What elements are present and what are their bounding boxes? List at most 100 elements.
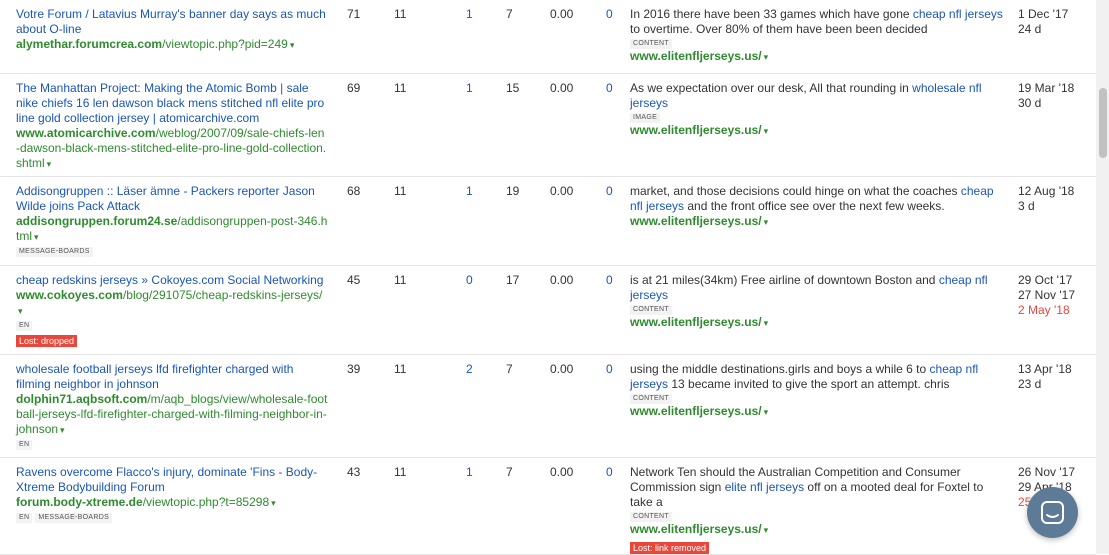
tag-badge: EN <box>16 321 33 331</box>
chat-button[interactable] <box>1027 487 1078 538</box>
external-links-cell[interactable]: 1 <box>466 184 473 199</box>
table-row: Votre Forum / Latavius Murray's banner d… <box>0 0 1096 74</box>
external-links-cell[interactable]: 1 <box>466 7 473 22</box>
lost-badge: Lost: link removed <box>630 542 710 554</box>
anchor-type-badge: CONTENT <box>630 394 672 404</box>
tag-list: EN <box>16 321 328 331</box>
caret-down-icon[interactable]: ▾ <box>764 525 769 535</box>
referring-page-title-link[interactable]: The Manhattan Project: Making the Atomic… <box>16 81 324 125</box>
url-rating-cell: 11 <box>394 362 407 376</box>
referring-page-title-link[interactable]: Votre Forum / Latavius Murray's banner d… <box>16 7 326 36</box>
caret-down-icon[interactable]: ▾ <box>290 40 295 50</box>
referring-page-title-link[interactable]: cheap redskins jerseys » Cokoyes.com Soc… <box>16 273 323 287</box>
table-row: The Manhattan Project: Making the Atomic… <box>0 74 1096 177</box>
referring-page-url[interactable]: www.atomicarchive.com/weblog/2007/09/sal… <box>16 126 328 172</box>
date-value: 3 d <box>1018 199 1035 213</box>
target-url-text: www.elitenfljerseys.us/ <box>630 315 762 329</box>
tag-badge: EN <box>16 440 33 450</box>
referring-page-title-link[interactable]: wholesale football jerseys lfd firefight… <box>16 362 293 391</box>
domain-rating-cell: 71 <box>347 7 361 21</box>
anchor-type-badge: IMAGE <box>630 113 661 123</box>
referring-page-title-link[interactable]: Addisongruppen :: Läser ämne - Packers r… <box>16 184 315 213</box>
url-domain: forum.body-xtreme.de <box>16 495 143 509</box>
referring-page-cell: Addisongruppen :: Läser ämne - Packers r… <box>16 184 328 257</box>
keywords-cell[interactable]: 0 <box>606 273 613 288</box>
keywords-cell[interactable]: 0 <box>606 362 613 377</box>
anchor-text: is at 21 miles(34km) Free airline of dow… <box>630 273 1006 303</box>
date-value: 26 Nov '17 <box>1018 465 1075 479</box>
internal-links-cell: 7 <box>506 362 513 376</box>
traffic-cell: 0.00 <box>550 273 574 287</box>
target-url-text: www.elitenfljerseys.us/ <box>630 404 762 418</box>
anchor-tag-list: CONTENT <box>630 512 1006 522</box>
external-links-cell[interactable]: 1 <box>466 465 473 480</box>
anchor-cell: Network Ten should the Australian Compet… <box>630 465 1006 555</box>
target-url[interactable]: www.elitenfljerseys.us/▾ <box>630 214 1006 230</box>
referring-page-url[interactable]: alymethar.forumcrea.com/viewtopic.php?pi… <box>16 37 328 53</box>
referring-page-cell: Votre Forum / Latavius Murray's banner d… <box>16 7 328 53</box>
url-rating-cell: 11 <box>394 184 407 198</box>
traffic-cell: 0.00 <box>550 184 574 198</box>
referring-page-url[interactable]: addisongruppen.forum24.se/addisongruppen… <box>16 214 328 245</box>
anchor-text: market, and those decisions could hinge … <box>630 184 1006 214</box>
target-url-text: www.elitenfljerseys.us/ <box>630 49 762 63</box>
anchor-tag-list: IMAGE <box>630 113 1006 123</box>
anchor-type-badge: CONTENT <box>630 39 672 49</box>
dates-cell: 29 Oct '17 27 Nov '17 2 May '18 <box>1018 273 1098 318</box>
domain-rating-cell: 69 <box>347 81 361 95</box>
traffic-cell: 0.00 <box>550 362 574 376</box>
table-row: Addisongruppen :: Läser ämne - Packers r… <box>0 177 1096 266</box>
scrollbar-thumb[interactable] <box>1099 88 1107 158</box>
caret-down-icon[interactable]: ▾ <box>271 498 276 508</box>
target-url[interactable]: www.elitenfljerseys.us/▾ <box>630 315 1006 331</box>
url-rating-cell: 11 <box>394 7 407 21</box>
caret-down-icon[interactable]: ▾ <box>34 232 39 242</box>
external-links-cell[interactable]: 1 <box>466 81 473 96</box>
scrollbar[interactable] <box>1096 0 1109 554</box>
date-value: 29 Oct '17 <box>1018 273 1073 287</box>
caret-down-icon[interactable]: ▾ <box>47 159 52 169</box>
anchor-tag-list: CONTENT <box>630 394 1006 404</box>
anchor-cell: In 2016 there have been 33 games which h… <box>630 7 1006 65</box>
anchor-after-text: 13 became invited to give the sport an a… <box>668 377 950 391</box>
caret-down-icon[interactable]: ▾ <box>764 126 769 136</box>
anchor-type-badge: CONTENT <box>630 305 672 315</box>
anchor-link[interactable]: elite nfl jerseys <box>725 480 804 494</box>
url-path: /viewtopic.php?t=85298 <box>142 495 270 509</box>
caret-down-icon[interactable]: ▾ <box>764 407 769 417</box>
target-url[interactable]: www.elitenfljerseys.us/▾ <box>630 123 1006 139</box>
target-url[interactable]: www.elitenfljerseys.us/▾ <box>630 522 1006 538</box>
anchor-text: Network Ten should the Australian Compet… <box>630 465 1006 510</box>
referring-page-url[interactable]: dolphin71.aqbsoft.com/m/aqb_blogs/view/w… <box>16 392 328 438</box>
internal-links-cell: 15 <box>506 81 520 95</box>
referring-page-title-link[interactable]: Ravens overcome Flacco's injury, dominat… <box>16 465 317 494</box>
anchor-cell: is at 21 miles(34km) Free airline of dow… <box>630 273 1006 331</box>
caret-down-icon[interactable]: ▾ <box>60 425 65 435</box>
anchor-link[interactable]: cheap nfl jerseys <box>913 7 1003 21</box>
keywords-cell[interactable]: 0 <box>606 184 613 199</box>
url-domain: dolphin71.aqbsoft.com <box>16 392 148 406</box>
anchor-after-text: and the front office see over the next f… <box>684 199 945 213</box>
referring-page-url[interactable]: www.cokoyes.com/blog/291075/cheap-redski… <box>16 288 328 319</box>
caret-down-icon[interactable]: ▾ <box>764 217 769 227</box>
keywords-cell[interactable]: 0 <box>606 81 613 96</box>
anchor-before-text: is at 21 miles(34km) Free airline of dow… <box>630 273 939 287</box>
url-rating-cell: 11 <box>394 273 407 287</box>
date-value: 12 Aug '18 <box>1018 184 1075 198</box>
url-rating-cell: 11 <box>394 465 407 479</box>
keywords-cell[interactable]: 0 <box>606 465 613 480</box>
url-domain: www.cokoyes.com <box>16 288 123 302</box>
external-links-cell[interactable]: 0 <box>466 273 473 288</box>
caret-down-icon[interactable]: ▾ <box>18 306 23 316</box>
internal-links-cell: 19 <box>506 184 520 198</box>
anchor-text: In 2016 there have been 33 games which h… <box>630 7 1006 37</box>
caret-down-icon[interactable]: ▾ <box>764 52 769 62</box>
keywords-cell[interactable]: 0 <box>606 7 613 22</box>
lost-wrapper: Lost: link removed <box>630 538 1006 555</box>
target-url[interactable]: www.elitenfljerseys.us/▾ <box>630 49 1006 65</box>
referring-page-url[interactable]: forum.body-xtreme.de/viewtopic.php?t=852… <box>16 495 328 511</box>
anchor-before-text: As we expectation over our desk, All tha… <box>630 81 913 95</box>
external-links-cell[interactable]: 2 <box>466 362 473 377</box>
target-url[interactable]: www.elitenfljerseys.us/▾ <box>630 404 1006 420</box>
caret-down-icon[interactable]: ▾ <box>764 318 769 328</box>
